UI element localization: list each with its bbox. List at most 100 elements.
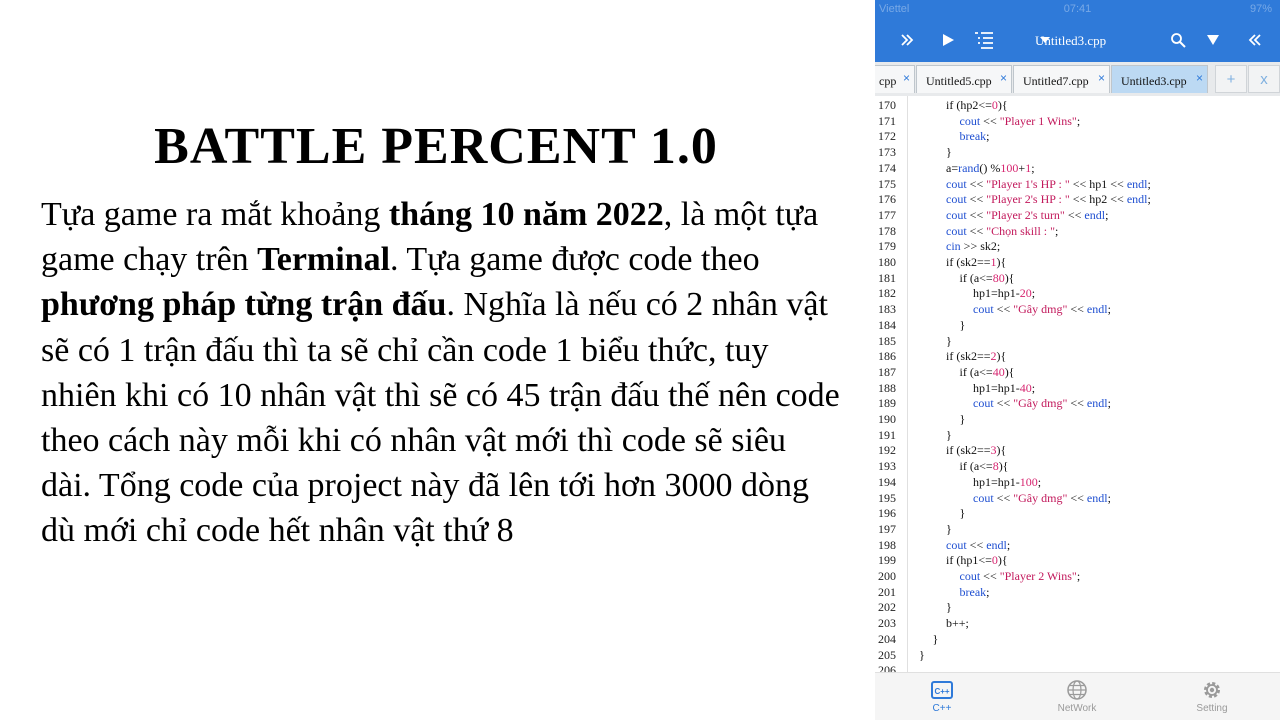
code-line: 195 cout << "Gây dmg" << endl; [875,491,1280,507]
code-token: ; [1031,380,1036,395]
code-token: cout [959,113,981,128]
code-text: cout << "Gây dmg" << endl; [973,491,1111,507]
code-token: cout [946,176,967,191]
line-number: 171 [878,113,896,128]
line-number: 203 [878,616,896,631]
code-text: } [946,145,952,161]
tab-close-icon[interactable]: × [1196,71,1203,85]
tab-close-icon[interactable]: × [1000,71,1007,85]
code-token: cout [959,569,981,583]
tab-untitled7[interactable]: Untitled7.cpp × [1013,65,1110,93]
code-text: cout << "Player 2 Wins"; [960,569,1081,585]
code-token: 100 [1000,160,1019,175]
code-text: cout << "Gây dmg" << endl; [973,302,1111,318]
code-line: 180 if (sk2==1){ [875,255,1280,271]
line-number: 175 [878,176,896,191]
code-text: hp1=hp1-20; [973,286,1035,302]
tab-untitled5[interactable]: Untitled5.cpp × [916,65,1012,93]
code-token: "Player 2's HP : " [986,192,1070,207]
code-token: << [966,223,987,238]
code-token: << [980,569,1000,583]
code-token: << [966,176,987,191]
code-line: 197} [875,522,1280,538]
line-number: 184 [878,317,896,332]
line-number: 187 [878,364,896,379]
skip-forward-icon[interactable] [897,28,917,52]
nav-cpp[interactable]: C++ C++ [902,679,982,714]
line-number: 178 [878,223,896,238]
code-token: } [932,631,939,646]
code-token: } [946,145,952,160]
code-token: ){ [997,553,1008,568]
collapse-icon[interactable] [1245,28,1265,52]
code-token: << [993,490,1014,505]
code-line: 192 if (sk2==3){ [875,443,1280,459]
code-token: if (hp1<= [946,553,992,568]
code-line: 182 hp1=hp1-20; [875,286,1280,302]
code-token: hp1=hp1- [973,474,1020,489]
code-text: cout << "Chọn skill : "; [946,224,1058,240]
code-text: cout << "Player 2's turn" << endl; [946,208,1108,224]
add-tab-button[interactable]: + [1215,65,1247,93]
code-token: () % [979,160,1001,175]
code-token: << [1064,207,1085,222]
code-token: "Gây dmg" [1013,396,1068,411]
code-token: ){ [1004,364,1015,379]
code-token: ; [1031,286,1036,301]
code-token: } [959,412,966,426]
code-token: 80 [992,270,1005,285]
code-token: ){ [996,443,1007,458]
code-line: 203 b++; [875,616,1280,632]
code-line: 193 if (a<=8){ [875,459,1280,475]
line-number: 191 [878,427,896,442]
code-token: ; [1105,207,1109,222]
code-token: 20 [1019,286,1032,301]
code-text: } [960,506,966,522]
tab-close-icon[interactable]: × [903,71,910,85]
code-editor-app: Viettel 07:41 97% Untitled3.cpp cpp × Un… [875,0,1280,720]
code-line: 171 cout << "Player 1 Wins"; [875,114,1280,130]
line-number: 190 [878,412,896,426]
code-token: "Player 2 Wins" [999,569,1077,583]
tab-cpp[interactable]: cpp × [875,65,915,93]
nav-setting[interactable]: Setting [1172,679,1252,714]
nav-network[interactable]: NetWork [1037,679,1117,714]
code-line: 178 cout << "Chọn skill : "; [875,224,1280,240]
close-tab-button[interactable]: x [1248,65,1280,93]
line-number: 185 [878,333,896,348]
arrow-down-icon[interactable] [1203,28,1223,52]
list-icon[interactable] [973,28,995,52]
line-number: 202 [878,600,896,615]
search-icon[interactable] [1168,28,1188,52]
tab-label: Untitled5.cpp [926,74,992,88]
code-token: "Player 1 Wins" [999,113,1077,128]
tab-untitled3[interactable]: Untitled3.cpp × [1111,65,1208,93]
code-area[interactable]: 170 if (hp2<=0){171 cout << "Player 1 Wins… [875,96,1280,677]
tab-label: Untitled3.cpp [1121,74,1187,88]
tab-close-icon[interactable]: × [1098,71,1105,85]
code-line: 177 cout << "Player 2's turn" << endl; [875,208,1280,224]
nav-label: NetWork [1057,703,1097,714]
code-token: { [1001,98,1008,112]
code-token: ){ [996,349,1007,364]
code-token: endl [1126,176,1148,191]
code-token: } [946,521,952,536]
status-bar: Viettel 07:41 97% [875,0,1280,20]
code-token: break [959,129,987,144]
file-title[interactable]: Untitled3.cpp [1035,33,1106,49]
code-token: } [959,506,966,521]
code-token: break [959,584,987,599]
code-token: endl [986,537,1007,552]
code-token: << hp2 << [1069,192,1127,207]
code-line: 173} [875,145,1280,161]
line-number: 186 [878,349,896,364]
code-token: << [1067,396,1087,411]
code-line: 191} [875,428,1280,444]
line-number: 193 [878,459,896,474]
play-icon[interactable] [938,28,958,52]
code-text: if (hp2<=0){ [946,98,1008,114]
line-number: 197 [878,521,896,536]
code-token: } [946,427,952,442]
code-text: cout << "Player 1 Wins"; [960,114,1081,130]
line-number: 192 [878,443,896,458]
